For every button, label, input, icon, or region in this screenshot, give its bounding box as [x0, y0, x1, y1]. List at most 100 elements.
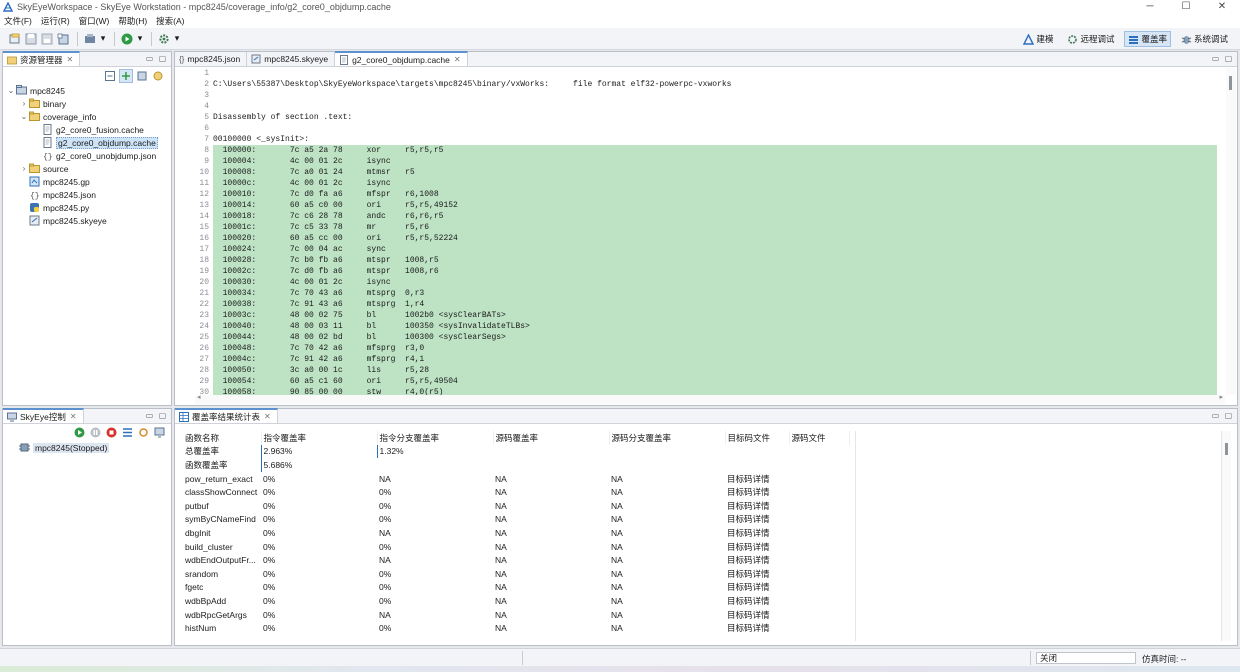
covered-code-line[interactable]: 8 100000: 7c a5 2a 78 xor r5,r5,r5	[175, 145, 1217, 156]
expanded-chevron-icon[interactable]: ⌄	[6, 86, 16, 95]
build-icon[interactable]	[83, 32, 97, 46]
column-header[interactable]: 函数名称	[183, 431, 262, 445]
tree-item[interactable]: › source	[6, 162, 171, 175]
object-code-detail-link[interactable]: 目标码详情	[725, 567, 789, 581]
covered-code-line[interactable]: 13 100014: 60 a5 c0 00 ori r5,r5,49152	[175, 200, 1217, 211]
minimize-view-icon[interactable]: ▭	[1210, 53, 1221, 64]
maximize-view-icon[interactable]: ▢	[157, 410, 168, 421]
column-header[interactable]: 源码分支覆盖率	[609, 431, 726, 445]
covered-code-line[interactable]: 20 100030: 4c 00 01 2c isync	[175, 277, 1217, 288]
tab-mpc8245-skyeye[interactable]: mpc8245.skyeye	[247, 52, 336, 66]
column-header[interactable]: 指令分支覆盖率	[377, 431, 494, 445]
covered-code-line[interactable]: 18 100028: 7c b0 fb a6 mtspr 1008,r5	[175, 255, 1217, 266]
table-row[interactable]: classShowConnect 0% 0% NA NA 目标码详情	[183, 485, 849, 499]
column-header[interactable]: 目标码文件	[725, 431, 790, 445]
table-row[interactable]: pow_return_exact 0% NA NA NA 目标码详情	[183, 472, 849, 486]
tab-coverage-results[interactable]: 覆盖率结果统计表 ✕	[175, 408, 278, 423]
table-row[interactable]: dbgInit 0% NA NA NA 目标码详情	[183, 526, 849, 540]
table-row[interactable]: fgetc 0% 0% NA NA 目标码详情	[183, 581, 849, 595]
covered-code-line[interactable]: 16 100020: 60 a5 cc 00 ori r5,r5,52224	[175, 233, 1217, 244]
column-header[interactable]: 源码文件	[789, 431, 850, 445]
tab-g2-core0-objdump-cache[interactable]: g2_core0_objdump.cache ✕	[335, 51, 468, 66]
collapsed-chevron-icon[interactable]: ›	[19, 164, 29, 173]
minimize-view-icon[interactable]: ▭	[144, 53, 155, 64]
menu-search[interactable]: 搜索(A)	[156, 15, 184, 27]
tree-item[interactable]: ⌄ mpc8245	[6, 84, 171, 97]
table-row[interactable]: histNum 0% 0% NA NA 目标码详情	[183, 621, 849, 635]
object-code-detail-link[interactable]: 目标码详情	[725, 513, 789, 527]
menu-window[interactable]: 窗口(W)	[79, 15, 110, 27]
table-row[interactable]: symByCNameFind 0% 0% NA NA 目标码详情	[183, 513, 849, 527]
table-row[interactable]: wdbEndOutputFr... 0% NA NA NA 目标码详情	[183, 553, 849, 567]
table-row[interactable]: wdbBpAdd 0% 0% NA NA 目标码详情	[183, 594, 849, 608]
scrollbar-thumb[interactable]	[1229, 76, 1232, 90]
covered-code-line[interactable]: 29 100054: 60 a5 c1 60 ori r5,r5,49504	[175, 376, 1217, 387]
table-row[interactable]: wdbRpcGetArgs 0% NA NA NA 目标码详情	[183, 608, 849, 622]
perspective-coverage[interactable]: 覆盖率	[1124, 31, 1171, 47]
object-code-detail-link[interactable]: 目标码详情	[725, 621, 789, 635]
code-editor[interactable]: 1 2 C:\Users\55387\Desktop\SkyEyeWorkspace…	[175, 68, 1217, 395]
table-row[interactable]: putbuf 0% 0% NA NA 目标码详情	[183, 499, 849, 513]
table-row[interactable]: srandom 0% 0% NA NA 目标码详情	[183, 567, 849, 581]
tree-item[interactable]: {} mpc8245.json	[6, 188, 171, 201]
maximize-view-icon[interactable]: ▢	[1223, 53, 1234, 64]
tree-item[interactable]: mpc8245.gp	[6, 175, 171, 188]
maximize-button[interactable]: ☐	[1168, 0, 1204, 14]
code-line[interactable]: 5 Disassembly of section .text:	[175, 112, 1217, 123]
perspective-modeling[interactable]: 建模	[1019, 31, 1057, 47]
menu-file[interactable]: 文件(F)	[4, 15, 32, 27]
object-code-detail-link[interactable]: 目标码详情	[725, 608, 789, 622]
display-icon[interactable]	[152, 426, 166, 440]
build-dropdown-icon[interactable]: ▾	[99, 32, 107, 46]
covered-code-line[interactable]: 14 100018: 7c c6 28 78 andc r6,r6,r5	[175, 211, 1217, 222]
perspective-remote-debug[interactable]: 远程调试	[1063, 31, 1118, 47]
control-target-item[interactable]: mpc8245(Stopped)	[3, 441, 171, 454]
refresh-icon[interactable]	[136, 426, 150, 440]
code-line[interactable]: 6	[175, 123, 1217, 134]
table-row[interactable]: 函数覆盖率 5.686%	[183, 458, 849, 472]
object-code-detail-link[interactable]: 目标码详情	[725, 485, 789, 499]
perspective-system-debug[interactable]: 系统调试	[1177, 31, 1232, 47]
minimize-view-icon[interactable]: ▭	[144, 410, 155, 421]
expanded-chevron-icon[interactable]: ⌄	[19, 112, 29, 121]
close-tab-icon[interactable]: ✕	[67, 55, 74, 64]
covered-code-line[interactable]: 17 100024: 7c 00 04 ac sync	[175, 244, 1217, 255]
run-icon[interactable]	[72, 426, 86, 440]
covered-code-line[interactable]: 11 10000c: 4c 00 01 2c isync	[175, 178, 1217, 189]
save-icon[interactable]	[24, 32, 38, 46]
save-all-icon[interactable]	[56, 32, 70, 46]
column-header[interactable]: 源码覆盖率	[493, 431, 610, 445]
covered-code-line[interactable]: 12 100010: 7c d0 fa a6 mfspr r6,1008	[175, 189, 1217, 200]
code-line[interactable]: 4	[175, 101, 1217, 112]
maximize-view-icon[interactable]: ▢	[1223, 410, 1234, 421]
tree-item[interactable]: mpc8245.py	[6, 201, 171, 214]
new-icon[interactable]	[8, 32, 22, 46]
covered-code-line[interactable]: 23 10003c: 48 00 02 75 bl 1002b0 <sysCle…	[175, 310, 1217, 321]
object-code-detail-link[interactable]: 目标码详情	[725, 472, 789, 486]
covered-code-line[interactable]: 15 10001c: 7c c5 33 78 mr r5,r6	[175, 222, 1217, 233]
minimize-view-icon[interactable]: ▭	[1210, 410, 1221, 421]
minimize-button[interactable]: ─	[1132, 0, 1168, 14]
close-button[interactable]: 关闭	[1036, 652, 1136, 664]
code-line[interactable]: 7 00100000 <_sysInit>:	[175, 134, 1217, 145]
covered-code-line[interactable]: 21 100034: 7c 70 43 a6 mtsprg 0,r3	[175, 288, 1217, 299]
run-icon[interactable]	[120, 32, 134, 46]
scroll-left-icon[interactable]: ◂	[197, 393, 201, 401]
covered-code-line[interactable]: 25 100044: 48 00 02 bd bl 100300 <sysCle…	[175, 332, 1217, 343]
tab-skyeye-control[interactable]: SkyEye控制 ✕	[3, 408, 84, 423]
column-header[interactable]: 指令覆盖率	[261, 431, 378, 445]
save-as-icon[interactable]	[40, 32, 54, 46]
pause-icon[interactable]	[88, 426, 102, 440]
covered-code-line[interactable]: 26 100048: 7c 70 42 a6 mfsprg r3,0	[175, 343, 1217, 354]
tree-item[interactable]: g2_core0_objdump.cache	[6, 136, 171, 149]
covered-code-line[interactable]: 30 100058: 90 85 00 00 stw r4,0(r5)	[175, 387, 1217, 395]
object-code-detail-link[interactable]: 目标码详情	[725, 526, 789, 540]
covered-code-line[interactable]: 9 100004: 4c 00 01 2c isync	[175, 156, 1217, 167]
coverage-vertical-scrollbar[interactable]	[1221, 431, 1231, 641]
editor-vertical-scrollbar[interactable]	[1226, 68, 1236, 395]
tree-item[interactable]: {} g2_core0_unobjdump.json	[6, 149, 171, 162]
code-line[interactable]: 1	[175, 68, 1217, 79]
scroll-right-icon[interactable]: ▸	[1219, 393, 1223, 401]
maximize-view-icon[interactable]: ▢	[157, 53, 168, 64]
covered-code-line[interactable]: 28 100050: 3c a0 00 1c lis r5,28	[175, 365, 1217, 376]
